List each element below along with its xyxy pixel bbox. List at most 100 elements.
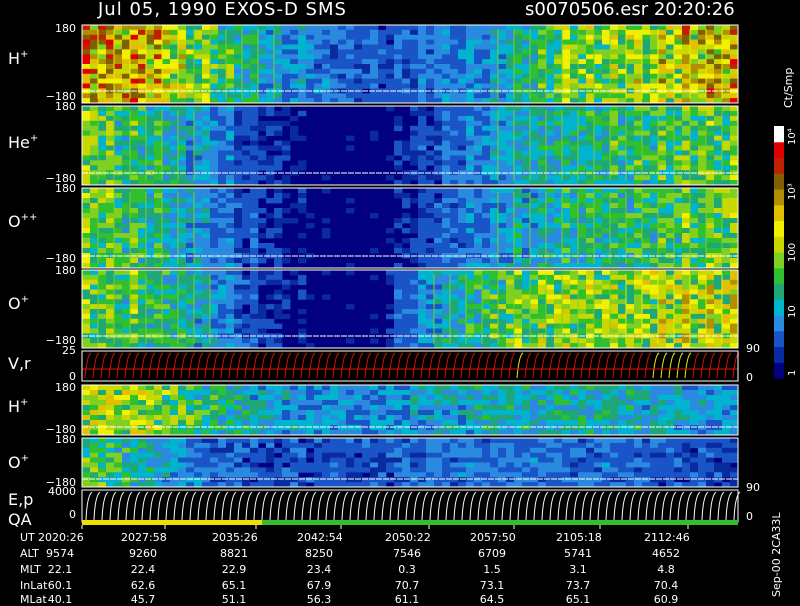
heatmap-cell xyxy=(298,136,306,141)
heatmap-cell xyxy=(146,290,154,295)
heatmap-cell xyxy=(154,213,162,218)
heatmap-cell xyxy=(202,395,210,400)
heatmap-cell xyxy=(706,79,714,84)
heatmap-cell xyxy=(514,165,522,170)
heatmap-cell xyxy=(186,410,194,415)
heatmap-cell xyxy=(434,198,442,203)
heatmap-cell xyxy=(490,106,498,111)
heatmap-cell xyxy=(170,410,178,415)
heatmap-cell xyxy=(594,35,602,40)
heatmap-cell xyxy=(490,208,498,213)
heatmap-cell xyxy=(402,146,410,151)
heatmap-cell xyxy=(274,155,282,160)
heatmap-cell xyxy=(650,299,658,304)
heatmap-cell xyxy=(154,146,162,151)
heatmap-cell xyxy=(594,45,602,50)
heatmap-cell xyxy=(546,45,554,50)
heatmap-cell xyxy=(226,329,234,334)
heatmap-cell xyxy=(498,294,506,299)
heatmap-cell xyxy=(538,141,546,146)
heatmap-cell xyxy=(122,131,130,136)
heatmap-cell xyxy=(210,59,218,64)
heatmap-cell xyxy=(242,390,250,395)
heatmap-cell xyxy=(226,218,234,223)
heatmap-cell xyxy=(506,280,514,285)
heatmap-cell xyxy=(490,40,498,45)
heatmap-cell xyxy=(98,49,106,54)
heatmap-cell xyxy=(450,116,458,121)
heatmap-cell xyxy=(458,329,466,334)
heatmap-cell xyxy=(306,79,314,84)
heatmap-cell xyxy=(698,213,706,218)
heatmap-cell xyxy=(506,304,514,309)
heatmap-cell xyxy=(114,136,122,141)
heatmap-cell xyxy=(386,304,394,309)
heatmap-cell xyxy=(234,243,242,248)
heatmap-cell xyxy=(258,270,266,275)
heatmap-cell xyxy=(210,141,218,146)
heatmap-cell xyxy=(202,146,210,151)
heatmap-cell xyxy=(162,155,170,160)
heatmap-cell xyxy=(130,146,138,151)
heatmap-cell xyxy=(730,155,738,160)
heatmap-cell xyxy=(554,84,562,89)
heatmap-cell xyxy=(402,270,410,275)
heatmap-cell xyxy=(242,30,250,35)
heatmap-cell xyxy=(210,64,218,69)
heatmap-cell xyxy=(266,425,274,430)
heatmap-cell xyxy=(354,40,362,45)
heatmap-cell xyxy=(690,270,698,275)
heatmap-cell xyxy=(450,106,458,111)
heatmap-cell xyxy=(178,314,186,319)
heatmap-cell xyxy=(82,40,90,45)
heatmap-cell xyxy=(90,30,98,35)
heatmap-cell xyxy=(714,208,722,213)
heatmap-cell xyxy=(730,74,738,79)
heatmap-cell xyxy=(226,400,234,405)
heatmap-cell xyxy=(130,141,138,146)
heatmap-cell xyxy=(690,258,698,263)
heatmap-cell xyxy=(466,290,474,295)
heatmap-cell xyxy=(218,136,226,141)
heatmap-cell xyxy=(434,160,442,165)
heatmap-cell xyxy=(178,290,186,295)
heatmap-cell xyxy=(690,49,698,54)
heatmap-cell xyxy=(402,248,410,253)
heatmap-cell xyxy=(674,243,682,248)
heatmap-cell xyxy=(82,54,90,59)
heatmap-cell xyxy=(594,290,602,295)
heatmap-cell xyxy=(258,309,266,314)
heatmap-cell xyxy=(442,136,450,141)
heatmap-cell xyxy=(602,150,610,155)
heatmap-cell xyxy=(138,233,146,238)
heatmap-cell xyxy=(250,150,258,155)
heatmap-cell xyxy=(82,309,90,314)
heatmap-cell xyxy=(242,248,250,253)
heatmap-cell xyxy=(162,233,170,238)
heatmap-cell xyxy=(578,243,586,248)
heatmap-cell xyxy=(586,280,594,285)
heatmap-cell xyxy=(162,294,170,299)
heatmap-cell xyxy=(522,64,530,69)
heatmap-cell xyxy=(458,30,466,35)
heatmap-cell xyxy=(442,121,450,126)
heatmap-cell xyxy=(354,35,362,40)
heatmap-cell xyxy=(498,45,506,50)
heatmap-cell xyxy=(410,35,418,40)
heatmap-cell xyxy=(162,385,170,390)
heatmap-cell xyxy=(730,208,738,213)
heatmap-cell xyxy=(370,59,378,64)
heatmap-cell xyxy=(330,93,338,98)
heatmap-cell xyxy=(514,74,522,79)
heatmap-cell xyxy=(690,150,698,155)
heatmap-cell xyxy=(146,198,154,203)
heatmap-cell xyxy=(626,223,634,228)
heatmap-cell xyxy=(218,223,226,228)
heatmap-cell xyxy=(274,338,282,343)
heatmap-cell xyxy=(234,280,242,285)
heatmap-cell xyxy=(642,203,650,208)
heatmap-cell xyxy=(162,309,170,314)
heatmap-cell xyxy=(602,188,610,193)
heatmap-cell xyxy=(226,275,234,280)
heatmap-cell xyxy=(650,93,658,98)
